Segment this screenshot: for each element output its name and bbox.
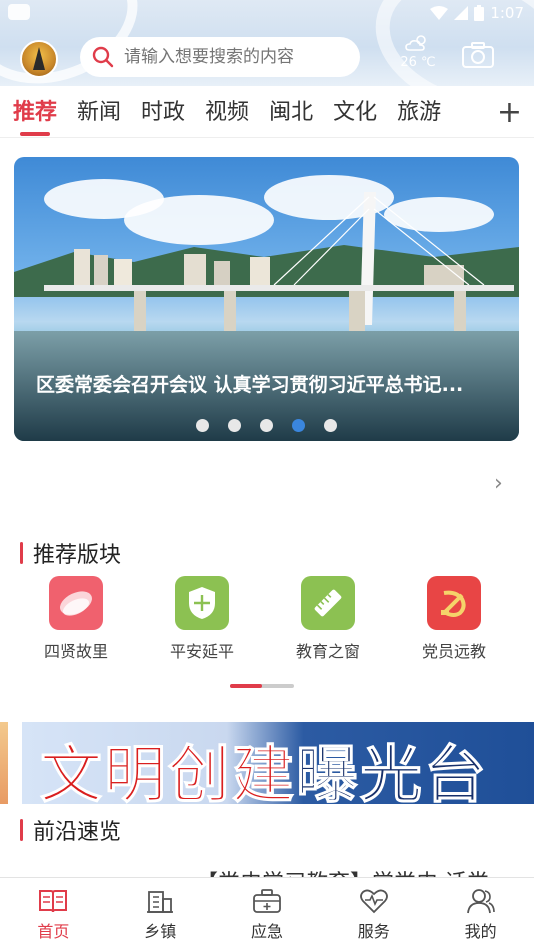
recommend-section-title: 推荐版块 [20,537,121,569]
side-banner-edge [0,722,8,804]
grid-page-indicator [230,684,294,688]
tab-news[interactable]: 新闻 [77,88,121,138]
book-icon [39,890,68,913]
tab-travel[interactable]: 旅游 [397,88,441,138]
nav-home[interactable]: 首页 [0,878,107,950]
wifi-icon [430,6,449,20]
app-logo[interactable] [20,40,58,78]
grid-item-sixian[interactable]: 四贤故里 [13,576,139,662]
frontline-section-title: 前沿速览 [20,814,121,846]
bottom-nav: 首页 乡镇 应急 服务 我的 [0,877,534,950]
cloud-sun-icon [405,35,426,51]
recommend-grid: 四贤故里 平安延平 教育之窗 党员远教 [0,576,534,662]
carousel-dot[interactable] [196,419,209,432]
section-accent-bar [20,542,23,564]
civilization-banner[interactable]: 文明创建曝光台 [22,722,534,804]
ruler-icon [301,576,355,630]
carousel-dot[interactable] [260,419,273,432]
carousel-dot[interactable] [324,419,337,432]
notification-icon [8,4,30,20]
camera-button[interactable] [462,42,494,72]
add-tab-button[interactable]: + [497,88,522,138]
tab-culture[interactable]: 文化 [333,88,377,138]
grid-item-party[interactable]: 党员远教 [391,576,517,662]
banner-image [14,157,519,441]
tab-politics[interactable]: 时政 [141,88,185,138]
status-time: 1:07 [490,4,524,22]
signal-icon [454,6,469,20]
tab-recommend[interactable]: 推荐 [13,88,57,138]
status-bar: 1:07 [0,0,534,28]
stone-icon [49,576,103,630]
banner-carousel[interactable]: 区委常委会召开会议 认真学习贯彻习近平总书记... [14,157,519,441]
party-emblem-icon [427,576,481,630]
weather-temperature: 26 ℃ [400,55,436,70]
carousel-indicator [14,419,519,432]
category-tabs: 推荐 新闻 时政 视频 闽北 文化 旅游 + [0,88,534,138]
search-icon [92,46,114,68]
first-aid-kit-icon [253,889,281,913]
building-icon [147,891,174,913]
civilization-banner-text-red: 文明创建 [39,738,297,805]
carousel-dot-active[interactable] [292,419,305,432]
tab-minbei[interactable]: 闽北 [269,88,313,138]
nav-emergency[interactable]: 应急 [214,878,321,950]
civilization-banner-text-blue: 曝光台 [296,738,489,805]
camera-icon [462,42,494,68]
heart-icon [359,889,388,914]
carousel-dot[interactable] [228,419,241,432]
banner-title[interactable]: 区委常委会召开会议 认真学习贯彻习近平总书记... [36,370,506,397]
tab-video[interactable]: 视频 [205,88,249,138]
search-input[interactable] [124,47,344,67]
app-header: 1:07 26 ℃ [0,0,534,86]
section-accent-bar [20,819,23,841]
weather-widget[interactable]: 26 ℃ [398,33,438,70]
grid-item-safety[interactable]: 平安延平 [139,576,265,662]
nav-service[interactable]: 服务 [320,878,427,950]
nav-profile[interactable]: 我的 [427,878,534,950]
user-icon [466,889,495,914]
chevron-right-icon[interactable]: › [494,471,503,496]
search-bar[interactable] [80,37,360,77]
shield-icon [175,576,229,630]
battery-icon [474,5,485,21]
nav-town[interactable]: 乡镇 [107,878,214,950]
grid-item-education[interactable]: 教育之窗 [265,576,391,662]
